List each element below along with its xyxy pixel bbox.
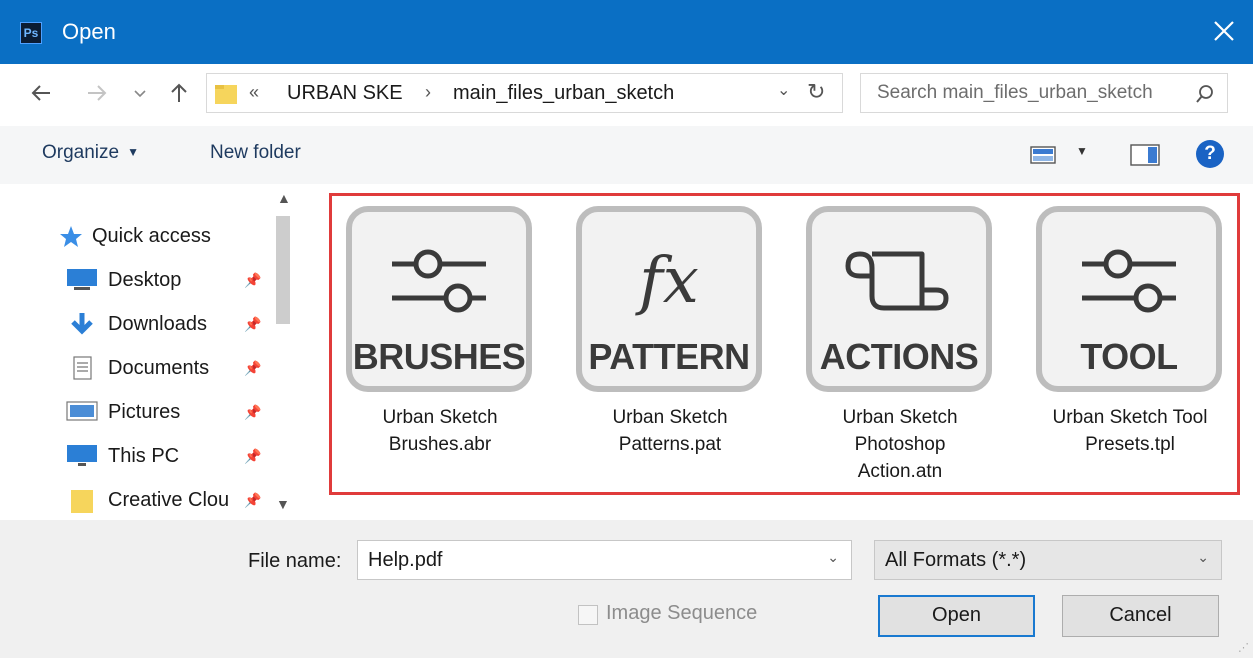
chevron-down-icon xyxy=(134,90,146,98)
address-row: « URBAN SKE › main_files_urban_sketch ⌄ … xyxy=(0,64,1253,126)
sidebar-item-label: This PC xyxy=(108,445,180,467)
pin-icon[interactable]: 📌 xyxy=(244,492,261,509)
chevron-down-icon: ⌄ xyxy=(1197,549,1209,565)
breadcrumb-item[interactable]: URBAN SKE xyxy=(287,82,403,105)
image-sequence-label: Image Sequence xyxy=(606,602,758,624)
sidebar-item-label: Quick access xyxy=(92,225,211,247)
file-name: Urban Sketch Brushes.abr xyxy=(336,404,544,458)
breadcrumb-item[interactable]: main_files_urban_sketch xyxy=(453,82,674,105)
pin-icon[interactable]: 📌 xyxy=(244,404,261,421)
scroll-icon xyxy=(845,251,949,311)
pin-icon[interactable]: 📌 xyxy=(244,360,261,377)
address-dropdown-icon[interactable]: ⌄ xyxy=(777,80,790,100)
file-type-value: All Formats (*.*) xyxy=(885,549,1027,571)
desktop-icon xyxy=(67,269,97,290)
file-name: Urban Sketch Photoshop Action.atn xyxy=(796,404,1004,485)
change-view-icon[interactable] xyxy=(1030,146,1056,164)
pin-icon[interactable]: 📌 xyxy=(244,316,261,333)
computer-icon xyxy=(67,445,97,466)
title-bar: Ps Open xyxy=(0,0,1253,64)
close-button[interactable] xyxy=(1195,0,1253,64)
sidebar-item-label: Pictures xyxy=(108,401,181,423)
caret-down-icon: ▼ xyxy=(127,145,139,159)
file-name-label: File name: xyxy=(248,550,342,572)
file-name: Urban Sketch Tool Presets.tpl xyxy=(1026,404,1234,458)
thumbnail-text: ACTIONS xyxy=(819,336,979,377)
cancel-button[interactable]: Cancel xyxy=(1062,595,1219,637)
pin-icon[interactable]: 📌 xyxy=(244,272,261,289)
organize-label: Organize xyxy=(42,142,120,163)
forward-arrow-icon xyxy=(88,85,107,101)
breadcrumb-separator[interactable]: › xyxy=(425,82,431,103)
scroll-down-icon[interactable]: ▼ xyxy=(276,496,290,512)
file-thumbnail: ACTIONS xyxy=(806,206,992,392)
preview-pane-icon[interactable] xyxy=(1130,144,1160,166)
documents-icon xyxy=(73,356,92,380)
file-name-field[interactable]: ⌄ xyxy=(357,540,852,580)
chevron-down-icon[interactable]: ⌄ xyxy=(827,549,839,566)
file-type-select[interactable]: All Formats (*.*) ⌄ xyxy=(874,540,1222,580)
sidebar-item-label: Desktop xyxy=(108,269,182,291)
scroll-thumb[interactable] xyxy=(276,216,290,324)
file-name-line: Urban Sketch xyxy=(842,407,958,428)
folder-icon xyxy=(71,490,93,513)
recent-locations-button[interactable] xyxy=(132,80,160,108)
file-thumbnail: TOOL xyxy=(1036,206,1222,392)
file-name-input[interactable] xyxy=(366,548,810,573)
star-icon xyxy=(60,226,82,247)
back-button[interactable] xyxy=(28,80,56,108)
sidebar-item-label: Documents xyxy=(108,357,210,379)
dialog-footer: File name: ⌄ All Formats (*.*) ⌄ Image S… xyxy=(0,520,1253,658)
pictures-icon xyxy=(66,401,98,421)
file-name-line: Photoshop xyxy=(854,434,946,455)
file-name-line: Presets.tpl xyxy=(1085,434,1175,455)
file-name: Urban Sketch Patterns.pat xyxy=(566,404,774,458)
photoshop-icon: Ps xyxy=(20,22,42,44)
file-thumbnail: fx PATTERN xyxy=(576,206,762,392)
overflow-chevron[interactable]: « xyxy=(249,82,259,103)
nav-scrollbar[interactable]: ▲ ▼ xyxy=(270,184,296,520)
file-name-line: Action.atn xyxy=(857,461,943,482)
help-icon[interactable]: ? xyxy=(1196,140,1224,168)
search-icon[interactable] xyxy=(1195,84,1215,104)
resize-grip-icon[interactable]: ⋰ xyxy=(1238,641,1249,654)
sliders-icon xyxy=(1082,249,1176,313)
file-name-line: Urban Sketch xyxy=(612,407,728,428)
file-name-line: Patterns.pat xyxy=(618,434,722,455)
file-thumbnail: BRUSHES xyxy=(346,206,532,392)
open-button[interactable]: Open xyxy=(878,595,1035,637)
file-name-line: Urban Sketch Tool xyxy=(1052,407,1208,428)
sidebar-item-label: Downloads xyxy=(108,313,207,335)
thumbnail-text: PATTERN xyxy=(588,336,750,377)
up-arrow-icon xyxy=(171,83,187,102)
organize-button[interactable]: Organize ▼ xyxy=(42,142,139,164)
thumbnail-text: TOOL xyxy=(1080,336,1178,377)
address-bar[interactable]: « URBAN SKE › main_files_urban_sketch ⌄ … xyxy=(206,73,843,113)
fx-icon: fx xyxy=(639,244,699,318)
forward-button[interactable] xyxy=(84,80,112,108)
command-bar: Organize ▼ New folder ▼ ? xyxy=(0,126,1253,184)
scroll-up-icon[interactable]: ▲ xyxy=(277,190,291,206)
navigation-pane: Quick access Desktop 📌 Downloads 📌 Docum… xyxy=(0,184,296,520)
checkbox-box[interactable] xyxy=(578,605,598,625)
thumbnail-text: BRUSHES xyxy=(352,336,526,377)
file-name-line: Urban Sketch xyxy=(382,407,498,428)
refresh-icon[interactable]: ↻ xyxy=(807,79,825,105)
search-input[interactable] xyxy=(875,81,1179,105)
up-button[interactable] xyxy=(166,80,194,108)
folder-icon xyxy=(215,85,237,104)
back-arrow-icon xyxy=(31,85,50,101)
new-folder-button[interactable]: New folder xyxy=(210,142,301,164)
close-icon xyxy=(1214,21,1234,41)
file-name-line: Brushes.abr xyxy=(388,434,492,455)
window-title: Open xyxy=(62,19,116,44)
search-box[interactable] xyxy=(860,73,1228,113)
pin-icon[interactable]: 📌 xyxy=(244,448,261,465)
sliders-icon xyxy=(392,249,486,313)
open-dialog: Ps Open « URBAN SKE › main_files_urban_s… xyxy=(0,0,1253,658)
download-icon xyxy=(71,313,93,335)
sidebar-item-label: Creative Clou xyxy=(108,489,230,511)
view-options-icon[interactable]: ▼ xyxy=(1076,144,1088,158)
